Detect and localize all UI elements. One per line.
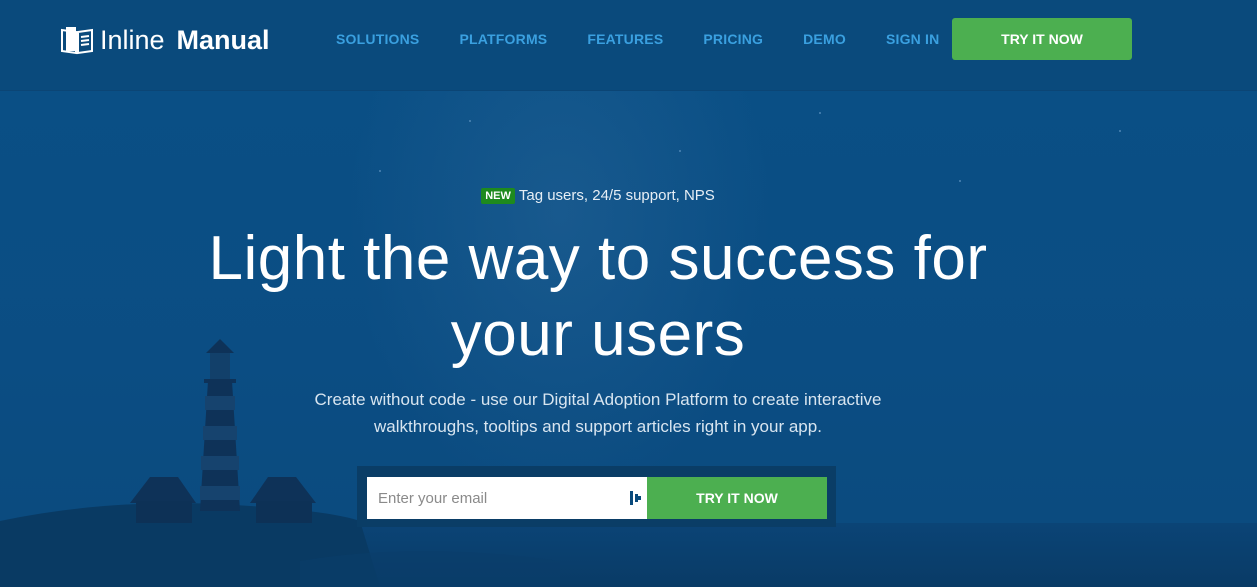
announcement-text: Tag users, 24/5 support, NPS: [518, 187, 715, 204]
book-icon: [61, 27, 93, 55]
email-input[interactable]: [367, 477, 647, 519]
password-manager-icon[interactable]: [630, 491, 642, 505]
new-badge: NEW: [481, 188, 515, 204]
nav-sign-in[interactable]: SIGN IN: [886, 31, 940, 47]
brand-name-light: Inline: [100, 24, 165, 55]
headline-line-1: Light the way to success for: [208, 224, 988, 293]
site-header: Inline Manual SOLUTIONS PLATFORMS FEATUR…: [0, 0, 1257, 91]
signup-form: TRY IT NOW: [357, 466, 836, 527]
subtext-line-2: walkthroughs, tooltips and support artic…: [374, 417, 822, 436]
main-nav: SOLUTIONS PLATFORMS FEATURES PRICING DEM…: [336, 31, 979, 47]
subtext-line-1: Create without code - use our Digital Ad…: [314, 390, 882, 409]
nav-solutions[interactable]: SOLUTIONS: [336, 31, 419, 47]
nav-platforms[interactable]: PLATFORMS: [459, 31, 547, 47]
hero-section: NEW Tag users, 24/5 support, NPS Light th…: [0, 91, 1257, 587]
try-it-now-form-button[interactable]: TRY IT NOW: [647, 477, 827, 519]
announcement-line: NEW Tag users, 24/5 support, NPS: [0, 187, 1196, 204]
brand-name-bold: Manual: [176, 24, 270, 55]
nav-features[interactable]: FEATURES: [587, 31, 663, 47]
hero-subtext: Create without code - use our Digital Ad…: [270, 386, 926, 440]
logo[interactable]: Inline Manual: [60, 24, 270, 56]
nav-demo[interactable]: DEMO: [803, 31, 846, 47]
headline-line-2: your users: [450, 300, 746, 369]
nav-pricing[interactable]: PRICING: [703, 31, 763, 47]
try-it-now-header-button[interactable]: TRY IT NOW: [952, 18, 1132, 60]
hero-headline: Light the way to success for your users: [0, 221, 1196, 373]
